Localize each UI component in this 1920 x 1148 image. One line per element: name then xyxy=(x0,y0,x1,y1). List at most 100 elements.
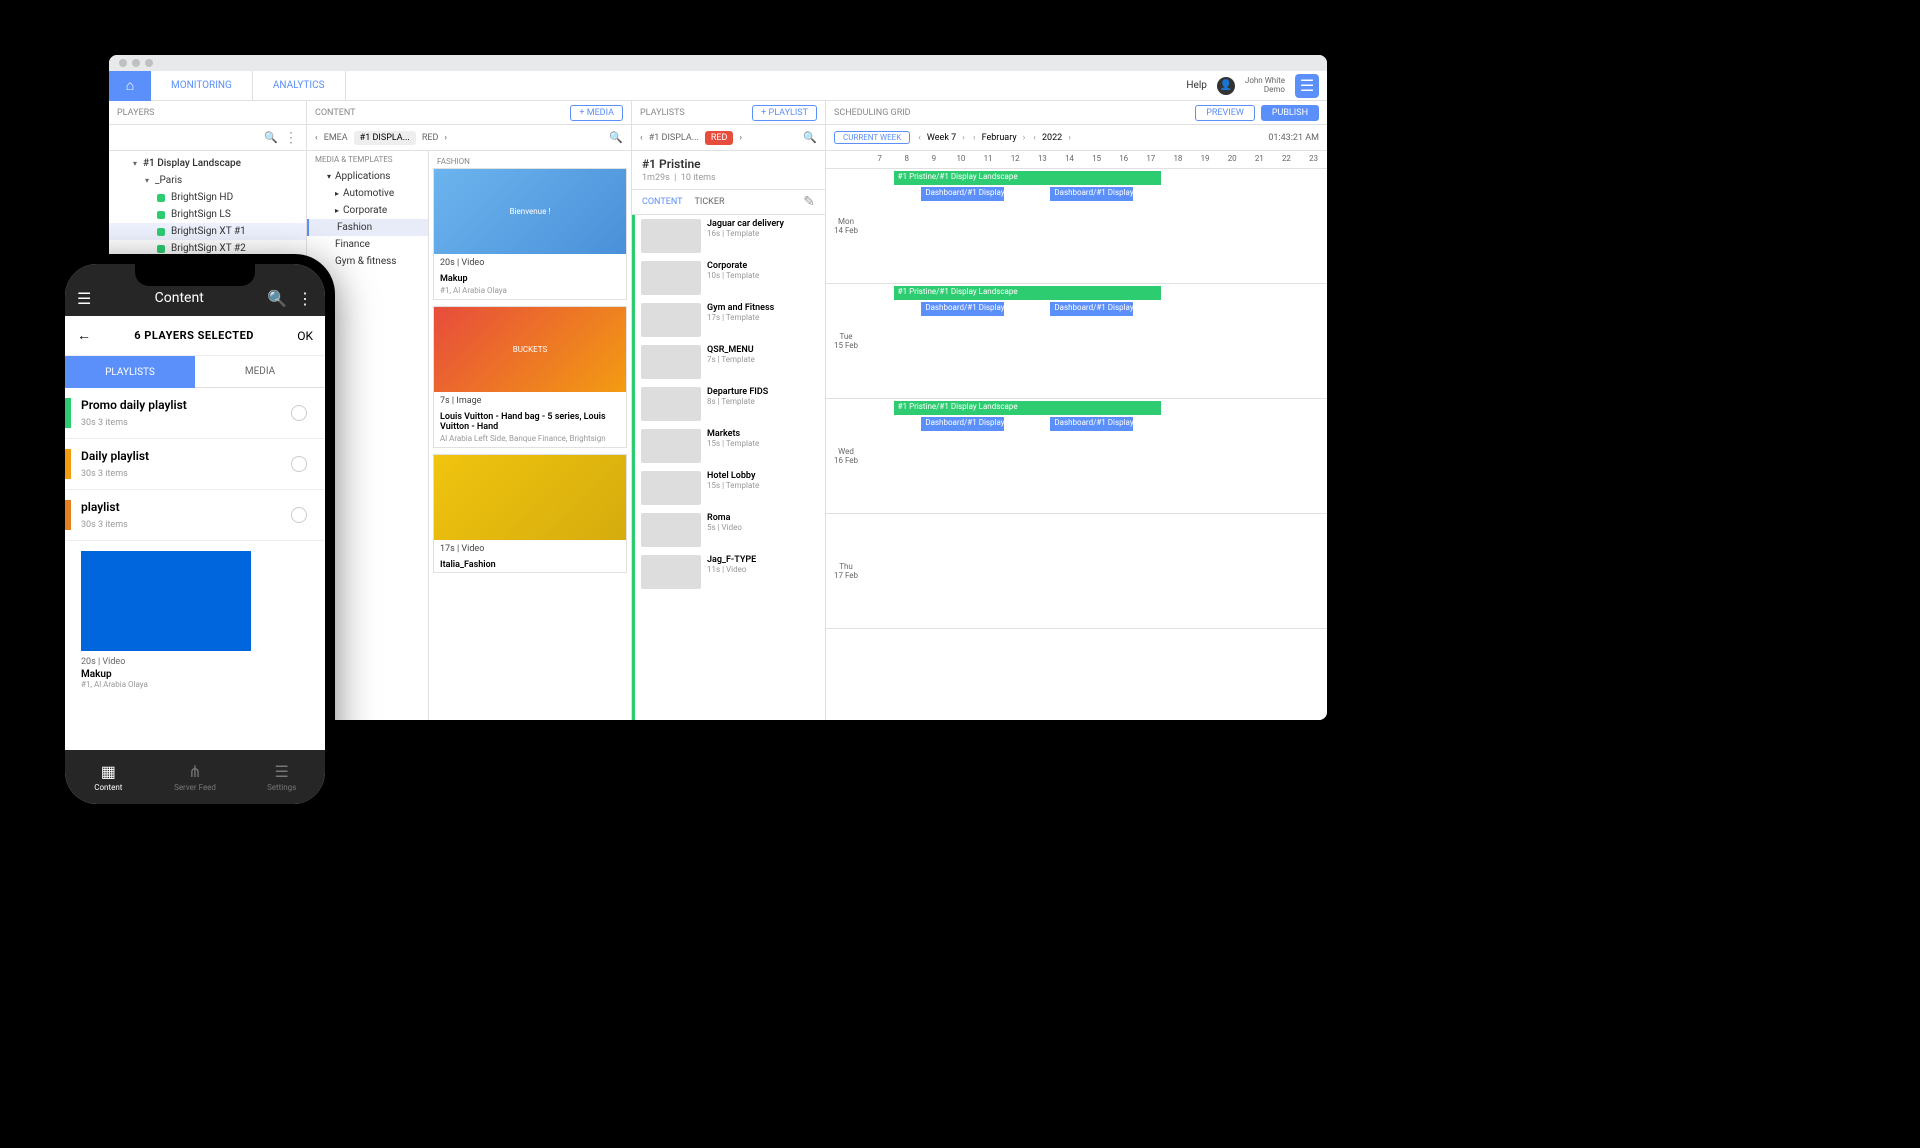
day-track[interactable]: #1 Pristine/#1 Display Landscape Dashboar… xyxy=(866,169,1327,283)
preview-button[interactable]: PREVIEW xyxy=(1195,105,1255,121)
more-icon[interactable]: ⋮ xyxy=(297,289,313,308)
radio-icon[interactable] xyxy=(291,456,307,472)
tab-ticker[interactable]: TICKER xyxy=(695,197,725,207)
media-card[interactable]: 17s | Video Italia_Fashion xyxy=(433,454,627,573)
event-green[interactable]: #1 Pristine/#1 Display Landscape xyxy=(894,171,1161,185)
phone-playlist-item[interactable]: Daily playlist30s 3 items xyxy=(65,439,325,490)
search-icon[interactable]: 🔍 xyxy=(267,289,287,308)
week-prev[interactable]: ‹ xyxy=(918,133,921,143)
media-title: Makup xyxy=(434,272,626,286)
nav-content[interactable]: ▦Content xyxy=(65,750,152,804)
playlist-item[interactable]: QSR_MENU7s | Template xyxy=(635,341,825,383)
crumb-prev[interactable]: ‹ xyxy=(640,133,643,143)
window-titlebar xyxy=(109,55,1327,71)
add-playlist-button[interactable]: + PLAYLIST xyxy=(752,105,817,121)
month-next[interactable]: › xyxy=(1023,133,1026,143)
nav-settings[interactable]: ☰Settings xyxy=(238,750,325,804)
crumb[interactable]: #1 DISPLA... xyxy=(649,133,699,143)
phone-title: Content xyxy=(101,290,257,306)
back-icon[interactable]: ← xyxy=(77,327,91,344)
home-button[interactable]: ⌂ xyxy=(109,71,151,101)
media-card[interactable]: BUCKETS 7s | Image Louis Vuitton - Hand … xyxy=(433,306,627,448)
day-track[interactable]: #1 Pristine/#1 Display Landscape Dashboar… xyxy=(866,284,1327,398)
day-track[interactable]: #1 Pristine/#1 Display Landscape Dashboar… xyxy=(866,399,1327,513)
category-item[interactable]: Finance xyxy=(307,236,428,253)
max-dot[interactable] xyxy=(145,59,153,67)
more-icon[interactable]: ⋮ xyxy=(284,130,298,146)
hour-cell: 22 xyxy=(1273,151,1300,168)
nav-monitoring[interactable]: MONITORING xyxy=(151,71,253,101)
playlist-edit-icon[interactable]: ✎ xyxy=(803,194,815,210)
event-blue[interactable]: Dashboard/#1 Display xyxy=(1050,302,1133,316)
tab-playlists[interactable]: PLAYLISTS xyxy=(65,356,195,388)
min-dot[interactable] xyxy=(132,59,140,67)
phone-media-card[interactable]: 20s | VideoMakup#1, Al Arabia Olaya xyxy=(65,541,325,699)
playlist-item[interactable]: Departure FIDS8s | Template xyxy=(635,383,825,425)
category-item[interactable]: Corporate xyxy=(307,202,428,219)
nav-server-feed[interactable]: ⋔Server Feed xyxy=(152,750,239,804)
tab-media[interactable]: MEDIA xyxy=(195,356,325,388)
playlists-crumbs: ‹ #1 DISPLA... RED › 🔍 xyxy=(632,125,825,151)
nav-analytics[interactable]: ANALYTICS xyxy=(253,71,346,101)
crumb[interactable]: EMEA xyxy=(324,133,348,143)
tree-root[interactable]: ▾#1 Display Landscape xyxy=(109,155,306,172)
year-prev[interactable]: ‹ xyxy=(1033,133,1036,143)
media-meta: 20s | Video xyxy=(81,657,309,667)
avatar-icon[interactable]: 👤 xyxy=(1217,77,1235,95)
menu-icon[interactable]: ☰ xyxy=(77,289,91,308)
event-green[interactable]: #1 Pristine/#1 Display Landscape xyxy=(894,401,1161,415)
event-green[interactable]: #1 Pristine/#1 Display Landscape xyxy=(894,286,1161,300)
category-root[interactable]: Applications xyxy=(307,168,428,185)
year-next[interactable]: › xyxy=(1068,133,1071,143)
playlist-item[interactable]: Gym and Fitness17s | Template xyxy=(635,299,825,341)
category-item-selected[interactable]: Fashion xyxy=(307,219,428,236)
player-item[interactable]: BrightSign XT #1 xyxy=(109,223,306,240)
player-item[interactable]: BrightSign HD xyxy=(109,189,306,206)
rss-icon: ⋔ xyxy=(188,762,201,781)
playlist-item[interactable]: Markets15s | Template xyxy=(635,425,825,467)
search-icon[interactable]: 🔍 xyxy=(264,131,278,144)
playlist-item[interactable]: Hotel Lobby15s | Template xyxy=(635,467,825,509)
content-header: CONTENT + MEDIA xyxy=(307,101,631,125)
radio-icon[interactable] xyxy=(291,405,307,421)
tab-content[interactable]: CONTENT xyxy=(642,197,683,207)
event-blue[interactable]: Dashboard/#1 Display xyxy=(1050,417,1133,431)
publish-button[interactable]: PUBLISH xyxy=(1261,105,1319,121)
phone-playlist-item[interactable]: playlist30s 3 items xyxy=(65,490,325,541)
playlist-item[interactable]: Jag_F-TYPE11s | Video xyxy=(635,551,825,593)
event-blue[interactable]: Dashboard/#1 Display xyxy=(1050,187,1133,201)
month-label: February xyxy=(982,133,1017,143)
ok-button[interactable]: OK xyxy=(297,329,313,343)
crumb-next[interactable]: › xyxy=(444,133,447,143)
playlist-item[interactable]: Corporate10s | Template xyxy=(635,257,825,299)
event-blue[interactable]: Dashboard/#1 Display xyxy=(921,187,1004,201)
week-next[interactable]: › xyxy=(962,133,965,143)
help-link[interactable]: Help xyxy=(1186,80,1206,91)
crumb-chip[interactable]: #1 DISPLA... xyxy=(354,131,416,145)
crumb-prev[interactable]: ‹ xyxy=(315,133,318,143)
category-item[interactable]: Automotive xyxy=(307,185,428,202)
crumb[interactable]: RED xyxy=(422,133,439,143)
event-blue[interactable]: Dashboard/#1 Display xyxy=(921,302,1004,316)
crumb-next[interactable]: › xyxy=(739,133,742,143)
player-item[interactable]: BrightSign LS xyxy=(109,206,306,223)
current-week-chip[interactable]: CURRENT WEEK xyxy=(834,131,910,144)
hour-cell: 10 xyxy=(947,151,974,168)
day-track[interactable] xyxy=(866,514,1327,628)
close-dot[interactable] xyxy=(119,59,127,67)
phone-playlist-item[interactable]: Promo daily playlist30s 3 items xyxy=(65,388,325,439)
playlist-item[interactable]: Jaguar car delivery16s | Template xyxy=(635,215,825,257)
media-card[interactable]: Bienvenue ! 20s | Video Makup #1, Al Ara… xyxy=(433,168,627,300)
radio-icon[interactable] xyxy=(291,507,307,523)
day-label: Tue15 Feb xyxy=(826,284,866,398)
search-icon[interactable]: 🔍 xyxy=(609,131,623,144)
event-blue[interactable]: Dashboard/#1 Display xyxy=(921,417,1004,431)
settings-button[interactable]: ☰ xyxy=(1295,74,1319,98)
crumb-chip[interactable]: RED xyxy=(705,131,734,145)
item-thumb xyxy=(641,219,701,253)
search-icon[interactable]: 🔍 xyxy=(803,131,817,144)
tree-group[interactable]: ▾_Paris xyxy=(109,172,306,189)
add-media-button[interactable]: + MEDIA xyxy=(570,105,623,121)
month-prev[interactable]: ‹ xyxy=(973,133,976,143)
playlist-item[interactable]: Roma5s | Video xyxy=(635,509,825,551)
